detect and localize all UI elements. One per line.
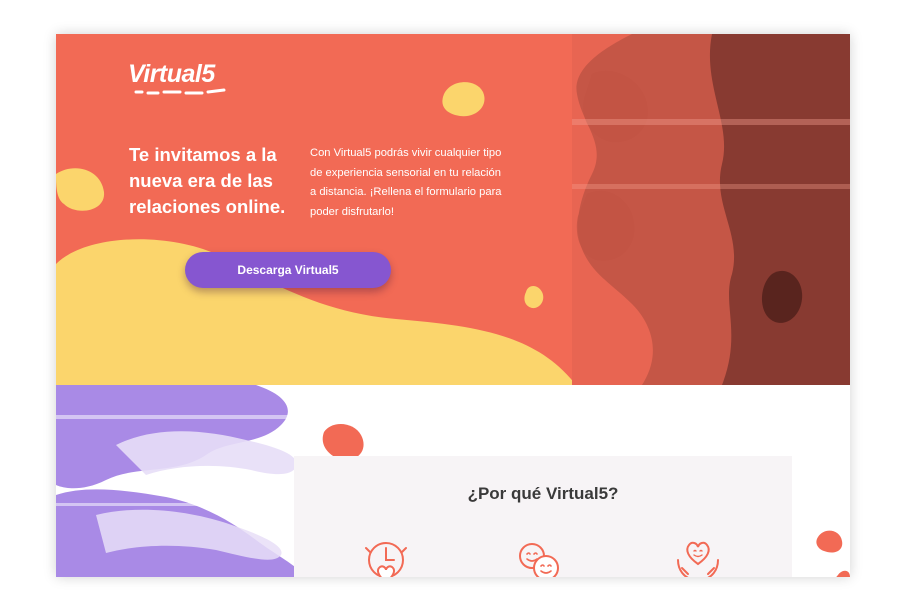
why-card: ¿Por qué Virtual5?	[294, 456, 792, 577]
page-frame: Virtual5 Te invitamos a la nueva era de …	[56, 34, 850, 577]
clock-heart-icon	[365, 542, 407, 577]
hero-headline: Te invitamos a la nueva era de las relac…	[129, 144, 286, 217]
coral-blob-right	[816, 530, 850, 577]
heart-hands-icon	[677, 541, 719, 577]
virtual5-logo[interactable]: Virtual5	[128, 60, 226, 97]
hero-section: Virtual5 Te invitamos a la nueva era de …	[56, 34, 850, 385]
smiling-faces-icon	[519, 543, 559, 577]
why-section: ¿Por qué Virtual5?	[56, 385, 850, 577]
portrait-collage-image	[572, 34, 850, 385]
hero-intro-text: Con Virtual5 podrás vivir cualquier tipo…	[310, 147, 502, 218]
download-button[interactable]: Descarga Virtual5	[185, 252, 391, 288]
reaching-hands-image	[56, 385, 306, 577]
why-title: ¿Por qué Virtual5?	[467, 484, 619, 503]
logo-wave-decoration	[134, 88, 226, 95]
logo-wordmark: Virtual5	[128, 60, 215, 88]
